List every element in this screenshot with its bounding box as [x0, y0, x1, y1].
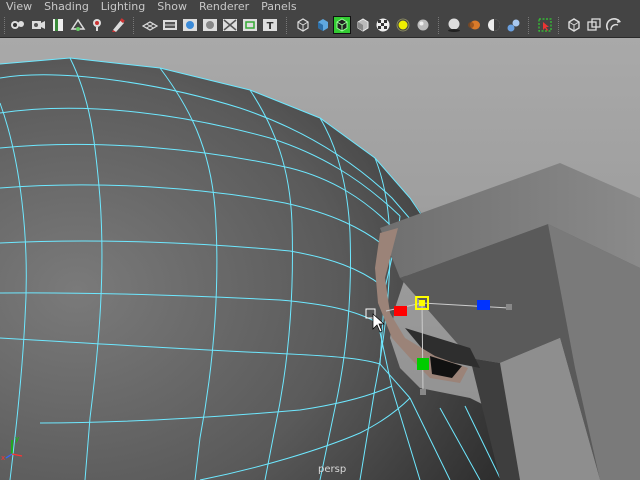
y-axis-label: y	[15, 435, 19, 443]
safe-title-icon[interactable]: T	[262, 17, 278, 33]
y-axis-handle[interactable]	[417, 358, 429, 370]
perspective-viewport[interactable]: y x	[0, 38, 640, 480]
toolbar-separator	[133, 17, 137, 34]
menu-view[interactable]: View	[0, 0, 38, 14]
xray-icon[interactable]	[355, 17, 371, 33]
menu-renderer[interactable]: Renderer	[193, 0, 255, 14]
grease-pencil-icon[interactable]	[110, 17, 126, 33]
axis-gizmo: y x	[1, 435, 23, 462]
x-axis-label: x	[1, 454, 5, 462]
panel-toolbar: T	[0, 14, 640, 38]
xray-active-icon[interactable]	[586, 17, 602, 33]
motion-blur-icon[interactable]	[466, 17, 482, 33]
svg-text:T: T	[267, 21, 274, 32]
menu-shading[interactable]: Shading	[38, 0, 95, 14]
shadows-icon[interactable]	[415, 17, 431, 33]
panel-menu-bar: View Shading Lighting Show Renderer Pane…	[0, 0, 640, 14]
y-axis-tip	[420, 389, 426, 395]
center-handle-fill	[419, 300, 425, 306]
bookmarks-icon[interactable]	[50, 17, 66, 33]
menu-panels[interactable]: Panels	[255, 0, 302, 14]
z-axis-handle[interactable]	[477, 300, 490, 310]
ambient-occlusion-icon[interactable]	[446, 17, 462, 33]
field-chart-icon[interactable]	[222, 17, 238, 33]
camera-name-label: persp	[318, 464, 347, 475]
menu-lighting[interactable]: Lighting	[95, 0, 151, 14]
use-all-lights-icon[interactable]	[395, 17, 411, 33]
wireframe-icon[interactable]	[295, 17, 311, 33]
resolution-gate-icon[interactable]	[182, 17, 198, 33]
gate-mask-icon[interactable]	[202, 17, 218, 33]
isolate-select-icon[interactable]	[537, 17, 553, 33]
xray-joints-icon[interactable]	[566, 17, 582, 33]
z-axis-tip	[506, 304, 512, 310]
anti-aliasing-icon[interactable]	[486, 17, 502, 33]
toolbar-separator	[4, 17, 8, 34]
toolbar-separator	[438, 17, 442, 34]
viewport-canvas	[0, 38, 640, 480]
smooth-shade-icon[interactable]	[315, 17, 331, 33]
x-axis-handle[interactable]	[394, 306, 407, 316]
menu-show[interactable]: Show	[151, 0, 193, 14]
safe-action-icon[interactable]	[242, 17, 258, 33]
toolbar-separator	[286, 17, 290, 34]
toolbar-separator	[558, 17, 562, 34]
image-plane-icon[interactable]	[70, 17, 86, 33]
film-gate-icon[interactable]	[162, 17, 178, 33]
camera-attributes-icon[interactable]	[30, 17, 46, 33]
grid-icon[interactable]	[142, 17, 158, 33]
default-material-icon[interactable]	[375, 17, 391, 33]
camera-select-icon[interactable]	[10, 17, 26, 33]
two-sided-lighting-icon[interactable]	[606, 17, 622, 33]
2d-pan-zoom-icon[interactable]	[90, 17, 106, 33]
toolbar-separator	[528, 17, 532, 34]
depth-of-field-icon[interactable]	[506, 17, 522, 33]
wireframe-on-shaded-icon[interactable]	[333, 16, 351, 34]
